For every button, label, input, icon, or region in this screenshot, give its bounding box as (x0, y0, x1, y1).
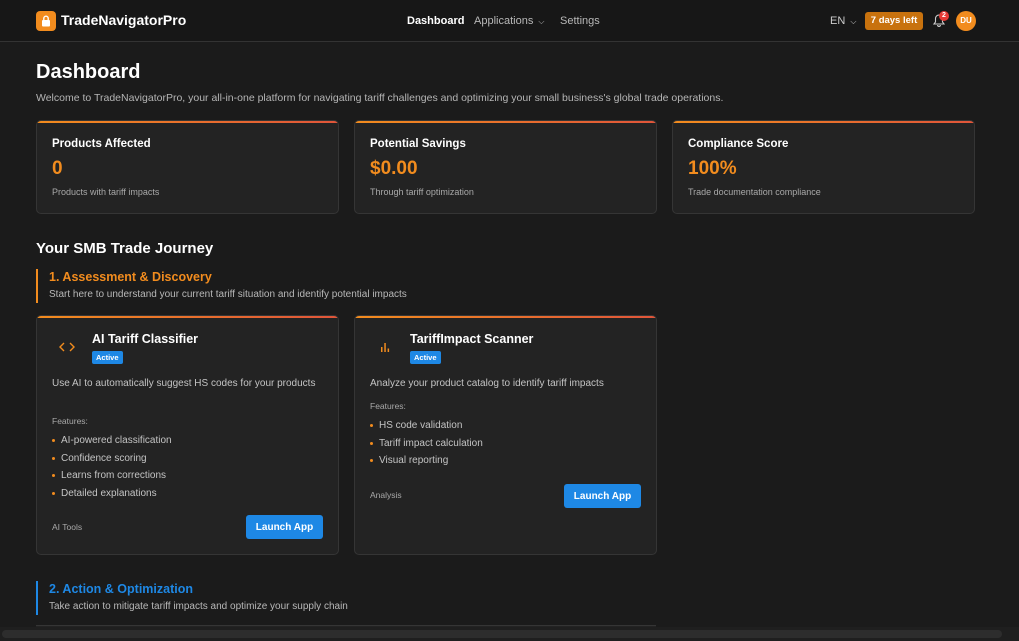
features-list: AI-powered classification Confidence sco… (52, 432, 172, 502)
stat-card-potential-savings: Potential Savings $0.00 Through tariff o… (354, 120, 657, 214)
status-badge: Active (410, 351, 441, 364)
features-label: Features: (370, 401, 406, 411)
stat-value: $0.00 (370, 158, 418, 179)
feature-item: Visual reporting (370, 452, 483, 470)
card-description: Use AI to automatically suggest HS codes… (52, 378, 316, 389)
notification-count-badge: 2 (939, 11, 949, 21)
stat-value: 100% (688, 158, 737, 179)
chevron-down-icon: ⌵ (850, 17, 857, 26)
page-subtitle: Welcome to TradeNavigatorPro, your all-i… (36, 92, 724, 104)
feature-item: AI-powered classification (52, 432, 172, 450)
feature-item: HS code validation (370, 417, 483, 435)
user-avatar[interactable]: DU (956, 11, 976, 31)
feature-item: Tariff impact calculation (370, 435, 483, 453)
status-badge: Active (92, 351, 123, 364)
brand-name[interactable]: TradeNavigatorPro (61, 12, 186, 28)
stat-label: Products Affected (52, 138, 151, 150)
chevron-down-icon: ⌵ (538, 17, 545, 26)
stat-description: Through tariff optimization (370, 187, 474, 197)
stat-card-products-affected: Products Affected 0 Products with tariff… (36, 120, 339, 214)
language-selector[interactable]: EN ⌵ (830, 15, 856, 27)
launch-app-button[interactable]: Launch App (564, 484, 641, 508)
stat-label: Compliance Score (688, 138, 789, 150)
app-card-ai-tariff-classifier: AI Tariff Classifier Active Use AI to au… (36, 315, 339, 555)
feature-item: Detailed explanations (52, 485, 172, 503)
stat-description: Products with tariff impacts (52, 187, 160, 197)
page-title: Dashboard (36, 61, 141, 83)
bar-chart-icon (370, 334, 400, 360)
lock-logo-icon[interactable] (36, 11, 56, 31)
nav-applications-label: Applications (474, 15, 534, 27)
stat-description: Trade documentation compliance (688, 187, 821, 197)
scrollbar-thumb[interactable] (2, 630, 1002, 638)
section-subheading: Start here to understand your current ta… (49, 289, 407, 300)
section-assessment: 1. Assessment & Discovery Start here to … (36, 269, 536, 303)
nav-settings[interactable]: Settings (560, 15, 600, 27)
stat-label: Potential Savings (370, 138, 466, 150)
section-subheading: Take action to mitigate tariff impacts a… (49, 601, 348, 612)
card-category: Analysis (370, 490, 402, 500)
features-label: Features: (52, 416, 88, 426)
card-title: TariffImpact Scanner (410, 332, 534, 346)
card-category: AI Tools (52, 522, 83, 532)
top-navbar: TradeNavigatorPro Dashboard Applications… (0, 0, 1019, 42)
card-title: AI Tariff Classifier (92, 332, 199, 346)
code-icon (52, 334, 82, 360)
nav-applications[interactable]: Applications ⌵ (474, 15, 544, 27)
feature-item: Learns from corrections (52, 467, 172, 485)
app-card-tariffimpact-scanner: TariffImpact Scanner Active Analyze your… (354, 315, 657, 555)
nav-dashboard[interactable]: Dashboard (407, 15, 464, 27)
stat-value: 0 (52, 158, 63, 179)
section-heading: 2. Action & Optimization (49, 582, 193, 596)
trial-badge[interactable]: 7 days left (865, 12, 923, 30)
feature-item: Confidence scoring (52, 450, 172, 468)
section-action-optimization: 2. Action & Optimization Take action to … (36, 581, 536, 615)
features-list: HS code validation Tariff impact calcula… (370, 417, 483, 470)
stat-card-compliance-score: Compliance Score 100% Trade documentatio… (672, 120, 975, 214)
journey-title: Your SMB Trade Journey (36, 240, 214, 257)
launch-app-button[interactable]: Launch App (246, 515, 323, 539)
section-heading: 1. Assessment & Discovery (49, 270, 212, 284)
card-description: Analyze your product catalog to identify… (370, 378, 604, 389)
language-label: EN (830, 15, 846, 27)
